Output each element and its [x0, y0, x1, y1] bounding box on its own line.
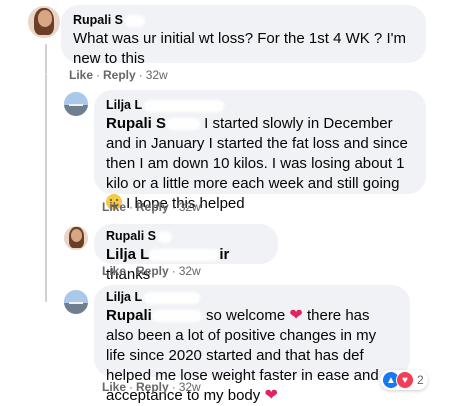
timestamp[interactable]: 32w — [179, 380, 201, 394]
comment-actions: Like · Reply · 32w — [102, 264, 201, 278]
reply-button[interactable]: Reply — [136, 380, 169, 394]
reply-button[interactable]: Reply — [136, 264, 169, 278]
reply-bubble: Rupali S Lilja Lir thanks — [94, 224, 278, 283]
reaction-summary[interactable]: ▲ ♥ 2 — [380, 370, 428, 390]
comment-actions: Like · Reply · 32w — [102, 380, 201, 394]
heart-icon: ❤ — [289, 307, 303, 324]
reply-bubble: Lilja L Rupali so welcome ❤ there has al… — [94, 285, 410, 404]
comment-author[interactable]: Rupali S — [73, 12, 414, 28]
avatar-lilja[interactable] — [64, 92, 88, 116]
mention-link[interactable]: Lilja L — [106, 246, 149, 263]
mention-link[interactable]: Rupali — [106, 307, 152, 324]
like-button[interactable]: Like — [69, 68, 93, 82]
timestamp[interactable]: 32w — [179, 264, 201, 278]
thread-line — [45, 74, 47, 302]
comment-actions: Like · Reply · 32w — [102, 200, 201, 214]
comment-text: What was ur initial wt loss? For the 1st… — [73, 30, 406, 67]
avatar-lilja[interactable] — [64, 290, 88, 314]
like-button[interactable]: Like — [102, 380, 126, 394]
reply-bubble: Lilja L Rupali S I started slowly in Dec… — [94, 90, 426, 212]
comment-author[interactable]: Lilja L — [106, 97, 414, 113]
reply-button[interactable]: Reply — [103, 68, 136, 82]
timestamp[interactable]: 32w — [146, 68, 168, 82]
like-button[interactable]: Like — [102, 264, 126, 278]
timestamp[interactable]: 32w — [179, 200, 201, 214]
avatar-rupali[interactable] — [28, 6, 60, 38]
avatar-rupali[interactable] — [64, 226, 88, 250]
reaction-count: 2 — [417, 373, 424, 387]
comment-actions: Like · Reply · 32w — [69, 68, 168, 82]
comment-author[interactable]: Lilja L — [106, 289, 398, 305]
comment-bubble: Rupali S What was ur initial wt loss? Fo… — [61, 5, 426, 67]
reply-button[interactable]: Reply — [136, 200, 169, 214]
comment-text: so welcome — [201, 307, 290, 324]
heart-icon: ❤ — [264, 387, 278, 404]
like-button[interactable]: Like — [102, 200, 126, 214]
thread-line — [45, 44, 47, 74]
mention-link[interactable]: Rupali S — [106, 115, 166, 132]
comment-author[interactable]: Rupali S — [106, 228, 266, 244]
love-heart-icon: ♥ — [396, 371, 414, 389]
comment-text: January I started the fat loss and since… — [106, 135, 408, 192]
